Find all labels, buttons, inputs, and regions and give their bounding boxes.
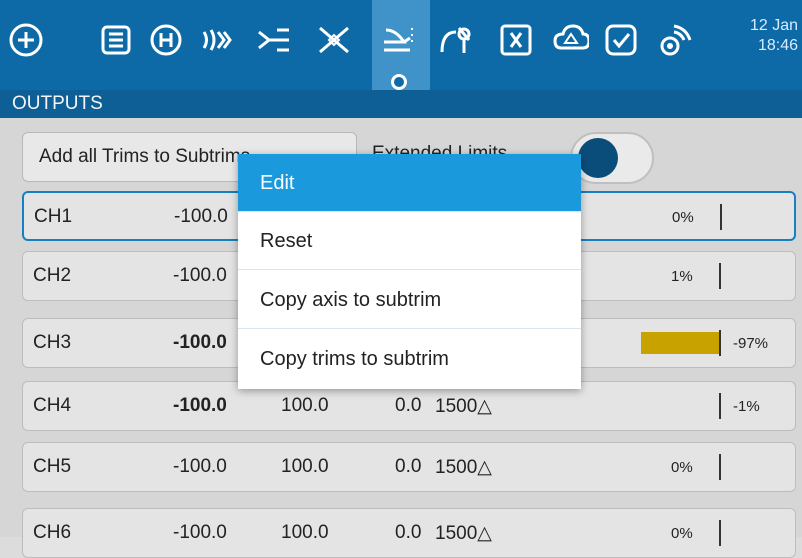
channel-center-line [719, 454, 721, 480]
channel-ppm-center: 1500△ [435, 457, 492, 478]
curves-icon[interactable] [438, 22, 474, 58]
page-title-bar: OUTPUTS [0, 90, 802, 118]
channel-row-ch6[interactable]: CH6 -100.0 100.0 0.0 1500△ 0% [22, 508, 796, 558]
channel-subtrim: 0.0 [395, 522, 422, 543]
channel-name: CH6 [33, 522, 72, 543]
channel-percent: 0% [671, 525, 693, 542]
channel-min: -100.0 [173, 456, 227, 477]
channel-output-bar [641, 332, 719, 354]
channel-row-ch5[interactable]: CH5 -100.0 100.0 0.0 1500△ 0% [22, 442, 796, 492]
channel-name: CH4 [33, 395, 72, 416]
channel-center-line [719, 520, 721, 546]
channel-min: -100.0 [173, 332, 227, 353]
add-model-icon[interactable] [8, 22, 44, 58]
date-text: 12 Jan [749, 17, 798, 34]
menu-item-label: Reset [260, 230, 313, 252]
channel-ppm-center: 1500△ [435, 396, 492, 417]
menu-item-copy-trims-to-subtrim[interactable]: Copy trims to subtrim [238, 330, 581, 388]
channel-name: CH5 [33, 456, 72, 477]
special-functions-icon[interactable] [603, 22, 639, 58]
channel-output-value: -1% [733, 398, 760, 415]
channel-percent: 0% [671, 459, 693, 476]
channel-center-line [719, 263, 721, 289]
time-text: 18:46 [757, 37, 798, 54]
channel-percent: 0% [672, 209, 694, 226]
flight-modes-icon[interactable] [198, 22, 234, 58]
channel-center-line [719, 393, 721, 419]
channel-subtrim: 0.0 [395, 395, 422, 416]
menu-item-label: Copy trims to subtrim [260, 348, 449, 370]
context-menu: Edit Reset Copy axis to subtrim Copy tri… [238, 154, 581, 389]
active-tab-indicator [391, 74, 407, 90]
channel-center-line [719, 330, 721, 356]
channel-name: CH2 [33, 265, 72, 286]
menu-item-edit[interactable]: Edit [238, 154, 581, 212]
page-title: OUTPUTS [12, 93, 103, 114]
logical-switches-icon[interactable] [553, 22, 591, 58]
channel-min: -100.0 [173, 395, 227, 416]
outputs-icon-left[interactable] [316, 22, 352, 58]
channel-name: CH1 [34, 206, 73, 227]
menu-item-copy-axis-to-subtrim[interactable]: Copy axis to subtrim [238, 271, 581, 329]
toggle-knob [578, 138, 618, 178]
date-time: 12 Jan 18:46 [750, 16, 798, 56]
channel-subtrim: 0.0 [395, 456, 422, 477]
channel-name: CH3 [33, 332, 72, 353]
heli-icon[interactable] [148, 22, 184, 58]
gvars-icon[interactable] [498, 22, 534, 58]
channel-max: 100.0 [281, 522, 329, 543]
top-toolbar: 12 Jan 18:46 [0, 0, 802, 90]
channel-percent: 1% [671, 268, 693, 285]
channel-min: -100.0 [173, 522, 227, 543]
menu-item-label: Edit [260, 172, 295, 194]
channel-min: -100.0 [173, 265, 227, 286]
outputs-icon[interactable] [380, 22, 416, 58]
telemetry-icon[interactable] [656, 22, 692, 58]
channel-output-value: -97% [733, 335, 769, 352]
menu-item-reset[interactable]: Reset [238, 212, 581, 270]
mixer-icon[interactable] [255, 22, 291, 58]
extended-limits-toggle[interactable] [570, 132, 654, 184]
menu-item-label: Copy axis to subtrim [260, 289, 442, 311]
add-trims-label: Add all Trims to Subtrims [39, 146, 251, 167]
channel-max: 100.0 [281, 456, 329, 477]
list-icon[interactable] [98, 22, 134, 58]
channel-min: -100.0 [174, 206, 228, 227]
channel-ppm-center: 1500△ [435, 523, 492, 544]
channel-center-line [720, 204, 722, 230]
channel-max: 100.0 [281, 395, 329, 416]
